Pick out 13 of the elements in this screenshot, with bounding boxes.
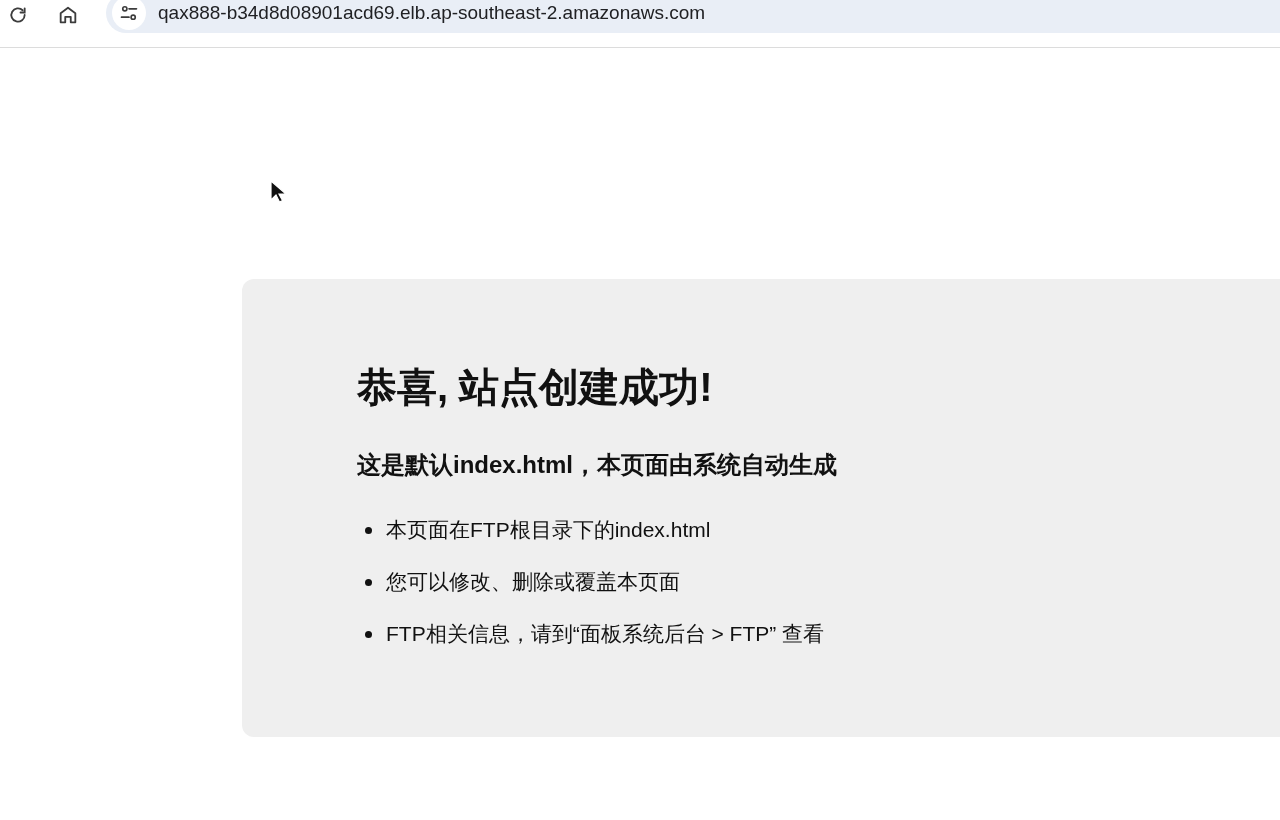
- sliders-icon: [119, 3, 139, 23]
- list-item: 您可以修改、删除或覆盖本页面: [386, 569, 680, 595]
- site-settings-button[interactable]: [112, 0, 146, 30]
- page-title: 恭喜, 站点创建成功!: [357, 364, 713, 411]
- bullet-icon: [365, 630, 372, 638]
- url-text: qax888-b34d8d08901acd69.elb.ap-southeast-2.amazonaws.com: [158, 2, 706, 24]
- page-subtitle: 这是默认index.html，本页面由系统自动生成: [357, 450, 837, 480]
- address-bar[interactable]: qax888-b34d8d08901acd69.elb.ap-southeast-2.amazonaws.com: [106, 0, 1280, 33]
- list-item: 本页面在FTP根目录下的index.html: [386, 517, 711, 543]
- bullet-icon: [365, 578, 372, 586]
- cursor-icon: [270, 180, 286, 204]
- bullet-icon: [365, 526, 372, 534]
- list-item: FTP相关信息，请到“面板系统后台 > FTP” 查看: [386, 621, 825, 647]
